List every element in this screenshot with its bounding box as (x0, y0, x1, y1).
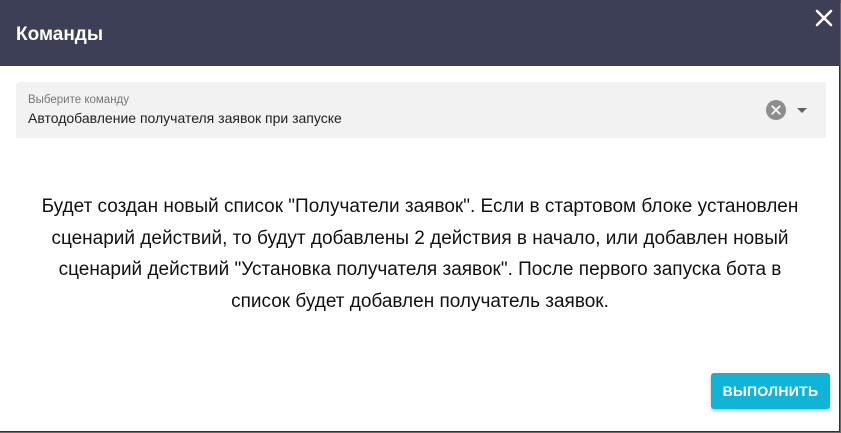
command-select[interactable]: Выберите команду Автодобавление получате… (16, 82, 826, 138)
clear-circle-icon (766, 100, 786, 120)
command-select-value[interactable]: Автодобавление получателя заявок при зап… (28, 109, 342, 127)
close-icon (815, 9, 833, 27)
execute-button[interactable]: ВЫПОЛНИТЬ (711, 373, 830, 409)
close-button[interactable] (812, 6, 836, 30)
dialog-header: Команды (0, 0, 840, 66)
dropdown-toggle[interactable] (794, 102, 810, 118)
clear-selection-button[interactable] (766, 100, 786, 120)
dialog-title: Команды (16, 24, 104, 45)
command-select-label: Выберите команду (28, 94, 130, 106)
command-description: Будет создан новый список "Получатели за… (41, 196, 799, 312)
commands-dialog: Команды Выберите команду Автодобавление … (0, 0, 840, 432)
caret-down-icon (797, 108, 807, 113)
